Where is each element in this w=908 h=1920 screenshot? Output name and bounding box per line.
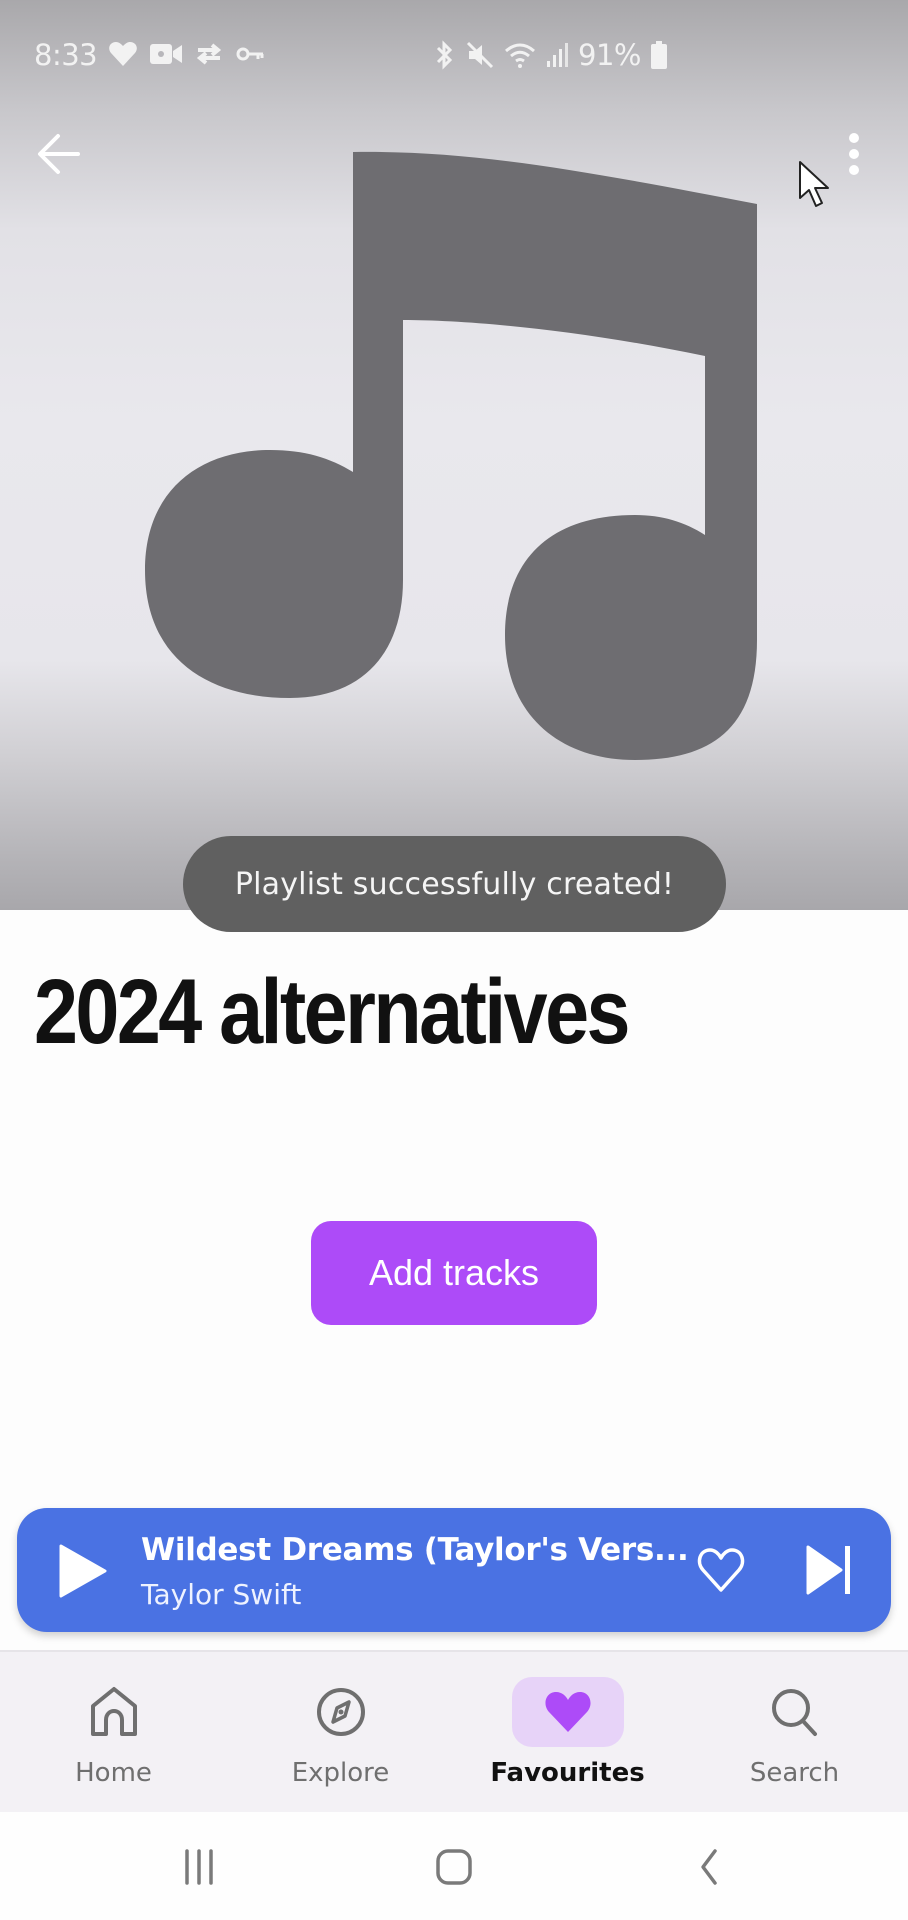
system-status-icons: 91% (432, 38, 667, 72)
recent-apps-icon (185, 1849, 213, 1885)
nav-item-home[interactable]: Home (0, 1652, 227, 1812)
back-button[interactable] (34, 128, 86, 180)
nav-label-explore: Explore (291, 1758, 390, 1788)
mini-player[interactable]: Wildest Dreams (Taylor's Vers... Taylor … (17, 1508, 891, 1632)
arrow-left-icon (38, 134, 80, 174)
bluetooth-icon (436, 40, 453, 70)
playlist-header: 8:33 91% (0, 0, 908, 910)
home-circle-icon (436, 1849, 472, 1885)
back-system-button[interactable] (684, 1842, 734, 1892)
nav-item-favourites[interactable]: Favourites (454, 1652, 681, 1812)
music-note-icon (145, 151, 757, 761)
skip-next-icon (806, 1545, 850, 1595)
nav-label-search: Search (749, 1758, 840, 1788)
nav-item-search[interactable]: Search (681, 1652, 908, 1812)
play-button[interactable] (57, 1544, 109, 1598)
sync-icon (196, 43, 222, 65)
add-tracks-button[interactable]: Add tracks (311, 1221, 597, 1325)
skip-next-button[interactable] (805, 1544, 853, 1596)
home-icon (90, 1687, 137, 1736)
search-icon (771, 1689, 817, 1736)
heart-outline-icon (697, 1548, 745, 1592)
like-button[interactable] (695, 1546, 747, 1594)
back-chevron-icon (701, 1849, 717, 1885)
mute-icon (466, 41, 494, 69)
video-camera-icon (150, 44, 182, 64)
toast-text: Playlist successfully created! (234, 866, 675, 902)
nav-label-favourites: Favourites (490, 1758, 645, 1788)
heart-icon (544, 1692, 591, 1732)
toast-message: Playlist successfully created! (183, 836, 726, 932)
battery-icon (650, 41, 667, 69)
signal-icon (547, 43, 568, 67)
play-icon (59, 1544, 107, 1598)
vpn-key-icon (236, 47, 264, 61)
mouse-cursor-icon (799, 161, 829, 207)
nav-label-home: Home (75, 1758, 152, 1788)
more-options-button[interactable] (836, 128, 872, 180)
status-time: 8:33 (34, 38, 98, 72)
battery-percent: 91% (578, 38, 641, 72)
now-playing-artist: Taylor Swift (141, 1578, 302, 1611)
status-bar: 8:33 91% (0, 0, 908, 110)
nav-item-explore[interactable]: Explore (227, 1652, 454, 1812)
heart-health-icon (109, 42, 137, 66)
wifi-icon (505, 43, 535, 68)
more-vertical-icon (849, 133, 859, 175)
compass-icon (316, 1688, 365, 1736)
playlist-title: 2024 alternatives (34, 961, 631, 1063)
home-system-button[interactable] (429, 1842, 479, 1892)
bottom-navigation: Home Explore Favourites Search (0, 1650, 908, 1812)
recent-apps-button[interactable] (174, 1842, 224, 1892)
add-tracks-label: Add tracks (368, 1252, 540, 1293)
system-navigation-bar (0, 1812, 908, 1920)
now-playing-title: Wildest Dreams (Taylor's Vers... (141, 1532, 689, 1568)
notification-icons (108, 40, 264, 68)
